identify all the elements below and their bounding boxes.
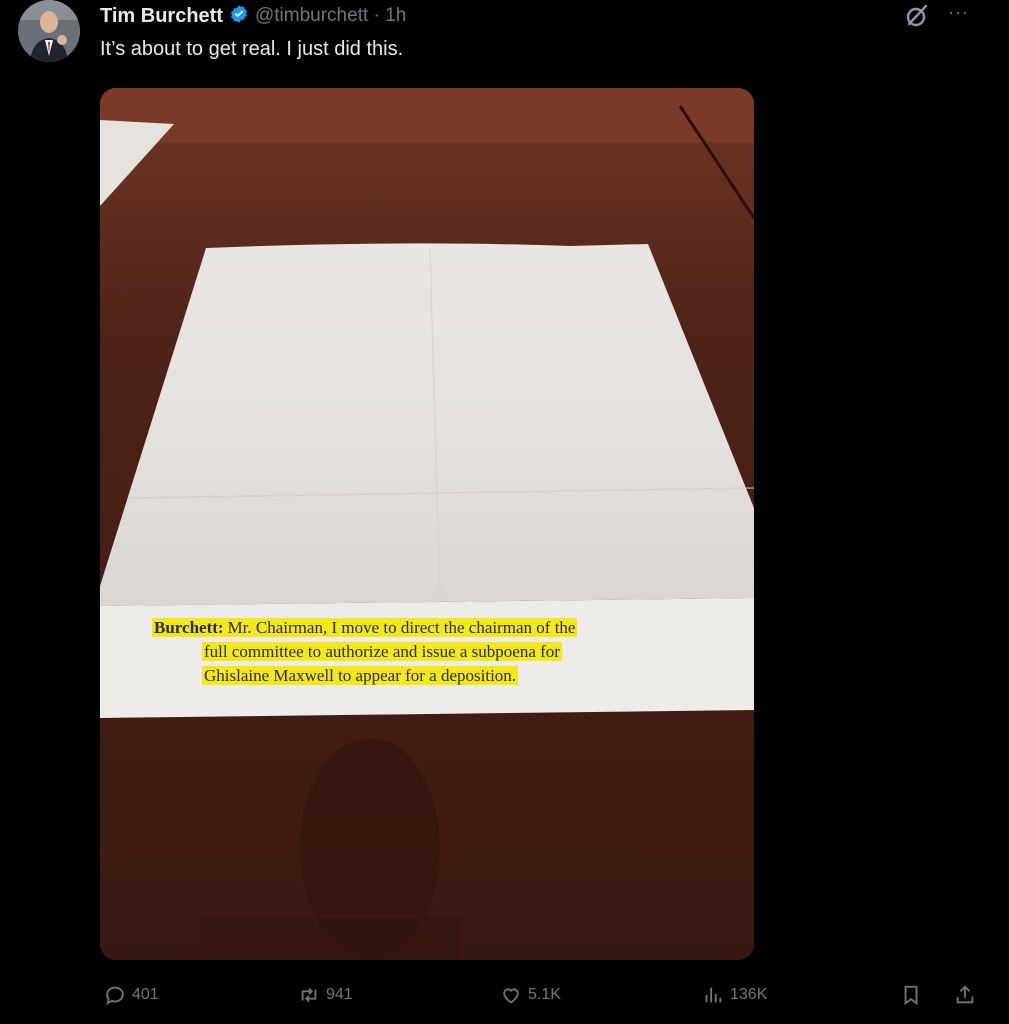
reply-count: 401 xyxy=(132,986,159,1003)
photo-desk-paper xyxy=(100,88,754,960)
repost-count: 941 xyxy=(326,986,353,1003)
document-speaker: Burchett: xyxy=(152,618,226,637)
document-line-1: Burchett: Mr. Chairman, I move to direct … xyxy=(152,618,578,638)
tweet-header: Tim Burchett @timburchett · 1h xyxy=(100,2,406,30)
document-line-3: Ghislaine Maxwell to appear for a deposi… xyxy=(202,666,519,686)
like-icon xyxy=(503,988,519,1004)
document-line-2-text: full committee to authorize and issue a … xyxy=(202,642,562,661)
more-icon[interactable]: ··· xyxy=(948,2,969,23)
verified-badge-icon xyxy=(229,4,249,29)
like-button[interactable]: 5.1K xyxy=(500,984,561,1006)
handle-and-time[interactable]: @timburchett · 1h xyxy=(255,5,406,27)
document-line-2: full committee to authorize and issue a … xyxy=(202,642,562,662)
repost-button[interactable]: 941 xyxy=(298,984,353,1006)
action-bar: 401 941 5.1K 136K xyxy=(0,984,1009,1014)
tweet-media-photo[interactable]: Burchett: Mr. Chairman, I move to direct … xyxy=(100,88,754,960)
share-icon xyxy=(956,985,974,1004)
like-count: 5.1K xyxy=(528,986,561,1003)
bookmark-button[interactable] xyxy=(900,984,922,1006)
share-button[interactable] xyxy=(954,984,976,1006)
avatar-photo xyxy=(18,0,80,62)
views-icon xyxy=(705,987,722,1003)
document-line-1-text: Mr. Chairman, I move to direct the chair… xyxy=(225,618,578,637)
document-line-3-text: Ghislaine Maxwell to appear for a deposi… xyxy=(202,666,519,685)
repost-icon xyxy=(301,987,317,1003)
bookmark-icon xyxy=(904,985,918,1006)
grok-icon[interactable] xyxy=(903,2,931,30)
views-count: 136K xyxy=(730,986,768,1003)
reply-icon xyxy=(106,986,124,1006)
avatar[interactable] xyxy=(18,0,80,62)
author-name[interactable]: Tim Burchett xyxy=(100,5,223,28)
reply-button[interactable]: 401 xyxy=(104,984,159,1006)
views-button[interactable]: 136K xyxy=(702,984,767,1006)
tweet-text: It’s about to get real. I just did this. xyxy=(100,38,404,60)
